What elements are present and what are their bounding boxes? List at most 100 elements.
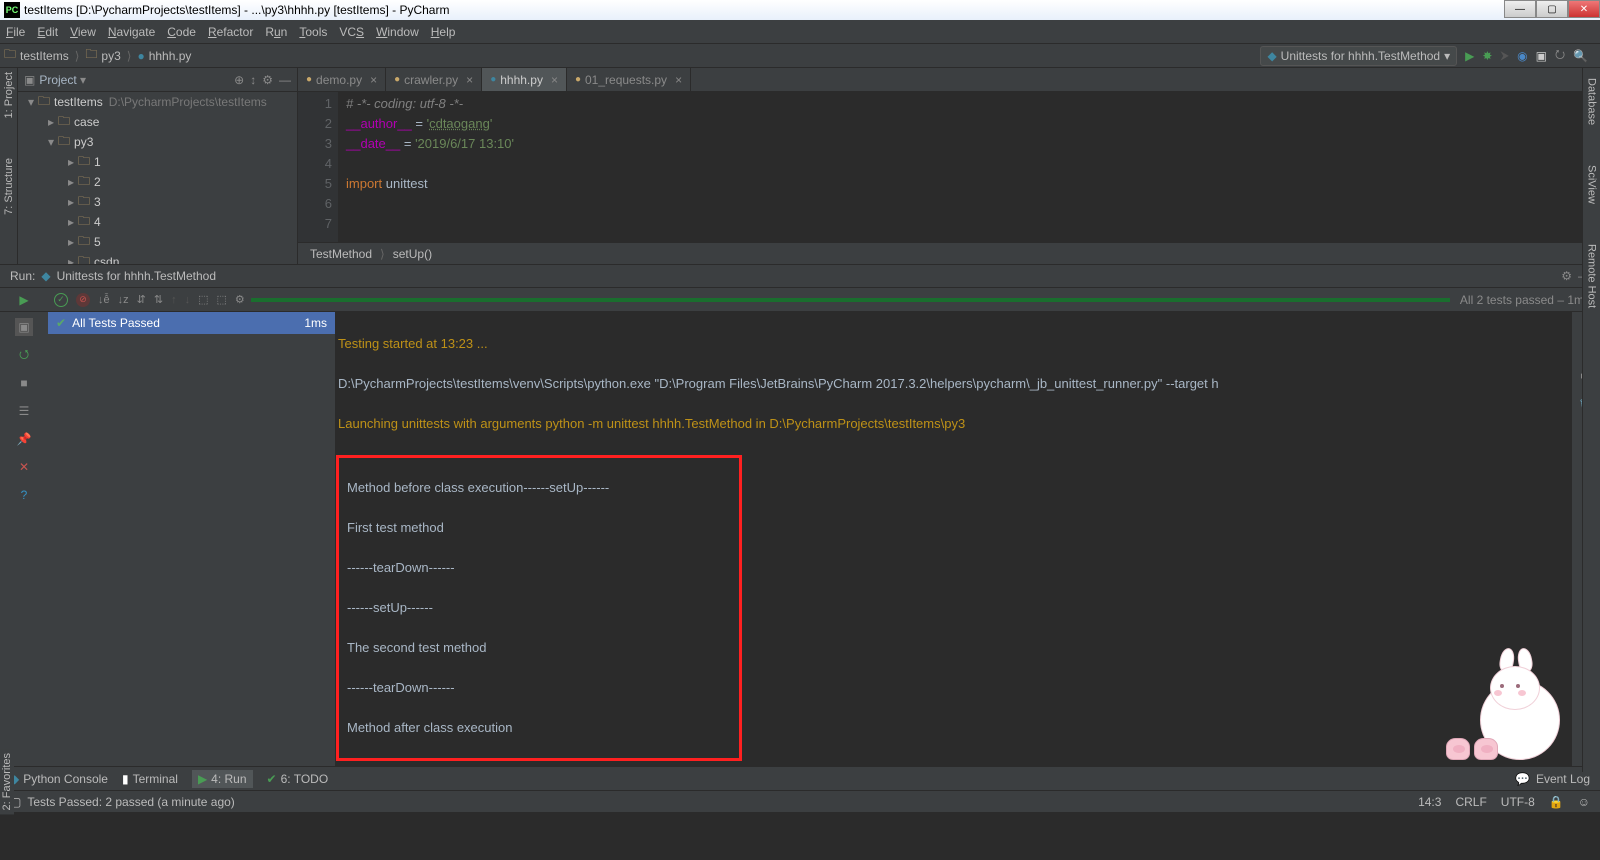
coverage-button[interactable]: ⮞ [1500, 48, 1509, 63]
close-icon[interactable]: × [551, 73, 558, 87]
status-line-sep[interactable]: CRLF [1455, 795, 1486, 809]
menu-help[interactable]: Help [431, 25, 456, 39]
editor-code[interactable]: # -*- coding: utf-8 -*- __author__ = 'cd… [338, 92, 1588, 242]
tree-root[interactable]: ▾ 🗀 testItems D:\PycharmProjects\testIte… [18, 92, 297, 112]
close-button[interactable]: ✕ [1568, 0, 1600, 18]
status-cursor-pos[interactable]: 14:3 [1418, 795, 1441, 809]
status-encoding[interactable]: UTF-8 [1501, 795, 1535, 809]
breadcrumb-class[interactable]: TestMethod [310, 247, 372, 261]
prev-icon[interactable]: ↑ [171, 294, 177, 306]
menu-run[interactable]: Run [265, 25, 287, 39]
maximize-button[interactable]: ▢ [1536, 0, 1568, 18]
expand-icon[interactable]: ▸ [46, 115, 56, 129]
expand-icon[interactable]: ▸ [66, 195, 76, 209]
chevron-down-icon[interactable]: ▾ [80, 73, 86, 87]
pin-tab-icon[interactable]: 📌 [15, 430, 33, 448]
console-output[interactable]: Testing started at 13:23 ... D:\PycharmP… [336, 312, 1572, 766]
expand-icon[interactable]: ▸ [66, 175, 76, 189]
export-icon[interactable]: ⬚ [198, 293, 208, 306]
tab-terminal[interactable]: ▮Terminal [122, 772, 178, 786]
tab-run[interactable]: ▶4: Run [192, 770, 253, 788]
expand-icon[interactable]: ▸ [66, 215, 76, 229]
show-passed-icon[interactable]: ✓ [54, 293, 68, 307]
menu-view[interactable]: View [70, 25, 96, 39]
expand-all-icon[interactable]: ⇵ [137, 293, 146, 306]
history-icon[interactable]: ⭯ [15, 346, 33, 364]
profile-button[interactable]: ◉ [1517, 49, 1527, 63]
expand-icon[interactable]: ▸ [66, 255, 76, 264]
event-log-icon: 💬 [1515, 772, 1530, 786]
collapse-icon[interactable]: ↕ [250, 73, 256, 87]
editor-tab-demo[interactable]: ●demo.py× [298, 68, 386, 91]
next-icon[interactable]: ↓ [185, 294, 191, 306]
menu-file[interactable]: File [6, 25, 25, 39]
debug-button[interactable]: ✸ [1482, 49, 1492, 63]
close-icon[interactable]: × [370, 73, 377, 87]
tree-item-folder[interactable]: ▸🗀4 [18, 212, 297, 232]
tab-favorites[interactable]: 2: Favorites [0, 749, 14, 814]
crumb-root[interactable]: testItems [20, 49, 69, 63]
tab-structure[interactable]: 7: Structure [3, 158, 15, 215]
gear-icon[interactable]: ⚙ [262, 73, 273, 87]
crumb-file[interactable]: hhhh.py [149, 49, 192, 63]
tree-item-folder[interactable]: ▸🗀1 [18, 152, 297, 172]
tab-event-log[interactable]: Event Log [1536, 772, 1590, 786]
tree-item-case[interactable]: ▸ 🗀 case [18, 112, 297, 132]
pin-icon[interactable]: ☰ [15, 402, 33, 420]
collapse-all-icon[interactable]: ⇅ [154, 293, 163, 306]
menu-edit[interactable]: Edit [37, 25, 58, 39]
tab-remote[interactable]: Remote Host [1586, 244, 1598, 308]
breadcrumb-function[interactable]: setUp() [393, 247, 432, 261]
sort-icon[interactable]: ↓ễ [98, 294, 110, 306]
tab-python-console[interactable]: ◆Python Console [10, 772, 108, 786]
menu-tools[interactable]: Tools [299, 25, 327, 39]
menu-refactor[interactable]: Refactor [208, 25, 253, 39]
menu-code[interactable]: Code [167, 25, 196, 39]
tab-sciview[interactable]: SciView [1586, 165, 1598, 204]
editor-tab-requests[interactable]: ●01_requests.py× [567, 68, 691, 91]
search-icon[interactable]: 🔍 [1573, 49, 1588, 63]
run-button[interactable]: ▶ [1465, 49, 1474, 63]
update-button[interactable]: ⭮ [1555, 45, 1565, 66]
help-icon[interactable]: ? [15, 486, 33, 504]
close-icon[interactable]: × [675, 73, 682, 87]
gear-icon[interactable]: ⚙ [1561, 269, 1572, 283]
close-icon[interactable]: × [466, 73, 473, 87]
history-gear-icon[interactable]: ⚙ [235, 293, 245, 306]
expand-icon[interactable]: ▾ [26, 95, 36, 109]
tree-item-csdn[interactable]: ▸🗀csdn [18, 252, 297, 264]
menu-navigate[interactable]: Navigate [108, 25, 155, 39]
tab-project[interactable]: 1: Project [3, 72, 15, 118]
close-run-icon[interactable]: ✕ [15, 458, 33, 476]
expand-icon[interactable]: ▸ [66, 155, 76, 169]
rerun-button[interactable]: ▶ [19, 293, 28, 307]
toggle-auto-icon[interactable]: ▣ [15, 318, 33, 336]
tree-item-folder[interactable]: ▸🗀2 [18, 172, 297, 192]
test-tree-root[interactable]: ✔All Tests Passed 1ms [48, 312, 335, 334]
lock-icon[interactable]: 🔒 [1549, 795, 1564, 809]
menu-vcs[interactable]: VCS [339, 25, 364, 39]
menu-window[interactable]: Window [376, 25, 419, 39]
project-panel-title[interactable]: Project [39, 73, 76, 87]
editor-tab-crawler[interactable]: ●crawler.py× [386, 68, 482, 91]
tab-database[interactable]: Database [1586, 78, 1598, 125]
run-config-selector[interactable]: ◆ Unittests for hhhh.TestMethod ▾ [1260, 46, 1457, 66]
import-icon[interactable]: ⬚ [216, 293, 226, 306]
minimize-button[interactable]: — [1504, 0, 1536, 18]
tree-item-py3[interactable]: ▾ 🗀 py3 [18, 132, 297, 152]
test-tree[interactable]: ✔All Tests Passed 1ms [48, 312, 336, 766]
sort-alpha-icon[interactable]: ↓ᴢ [118, 294, 129, 306]
crumb-py3[interactable]: py3 [101, 49, 120, 63]
show-failed-icon[interactable]: ⊘ [76, 293, 90, 307]
editor-tab-hhhh[interactable]: ●hhhh.py× [482, 68, 567, 91]
tree-item-folder[interactable]: ▸🗀3 [18, 192, 297, 212]
hector-icon[interactable]: ☺ [1578, 795, 1590, 809]
stop-button[interactable]: ▣ [1536, 49, 1547, 63]
tree-item-folder[interactable]: ▸🗀5 [18, 232, 297, 252]
stop-square-icon[interactable]: ■ [15, 374, 33, 392]
tab-todo[interactable]: ✔6: TODO [267, 772, 329, 786]
scroll-from-source-icon[interactable]: ⊕ [234, 73, 244, 87]
expand-icon[interactable]: ▸ [66, 235, 76, 249]
hide-icon[interactable]: — [279, 73, 291, 87]
expand-icon[interactable]: ▾ [46, 135, 56, 149]
